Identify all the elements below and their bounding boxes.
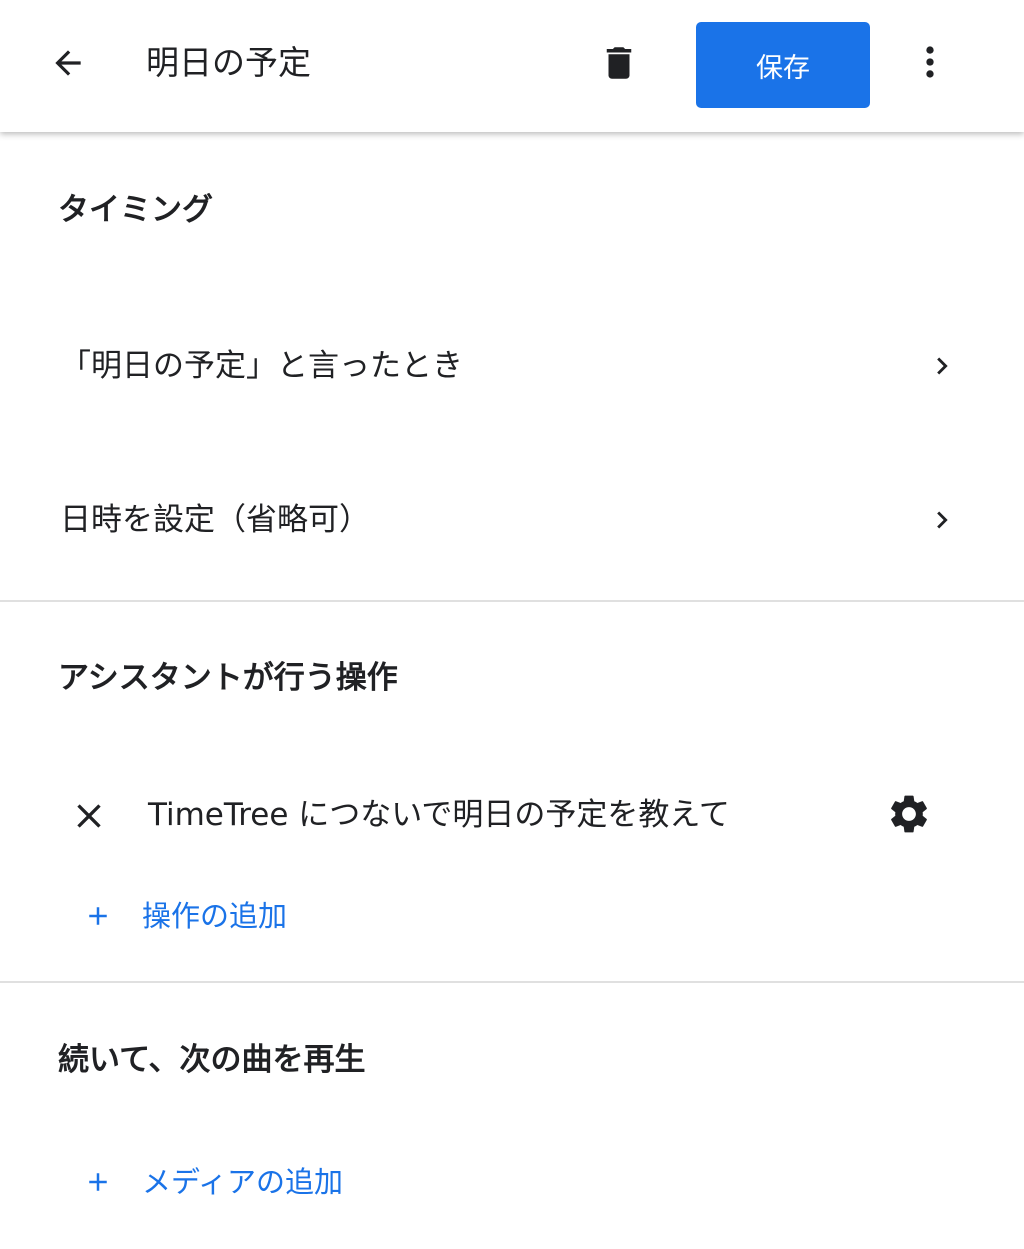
actions-heading: アシスタントが行う操作 [58,660,398,696]
app-bar: 明日の予定 保存 [0,0,1024,132]
trigger-phrase-row[interactable]: 「明日の予定」と言ったとき [0,326,1024,406]
add-action-label: 操作の追加 [142,899,288,933]
trash-icon [606,47,632,79]
section-divider [0,981,1024,983]
more-vert-icon [926,46,934,78]
datetime-row[interactable]: 日時を設定（省略可） [0,480,1024,560]
page-title: 明日の予定 [146,43,311,82]
arrow-back-icon [55,50,81,76]
close-icon [77,804,101,828]
plus-icon [80,1164,116,1200]
remove-action-button[interactable] [62,789,116,843]
plus-icon [80,898,116,934]
add-action-button[interactable]: 操作の追加 [80,888,287,944]
trigger-phrase-label: 「明日の予定」と言ったとき [60,348,463,384]
media-heading: 続いて、次の曲を再生 [58,1042,366,1078]
action-item: TimeTree につないで明日の予定を教えて [0,775,1024,855]
delete-button[interactable] [592,36,646,90]
gear-icon [891,795,927,833]
back-button[interactable] [40,33,96,93]
add-media-label: メディアの追加 [142,1165,343,1199]
action-text: TimeTree につないで明日の予定を教えて [148,797,730,833]
timing-heading: タイミング [58,192,213,228]
datetime-label: 日時を設定（省略可） [60,502,370,538]
chevron-right-icon [922,500,962,540]
chevron-right-icon [922,346,962,386]
more-options-button[interactable] [902,34,958,90]
section-divider [0,600,1024,602]
add-media-button[interactable]: メディアの追加 [80,1154,343,1210]
save-button[interactable]: 保存 [696,22,870,108]
action-settings-button[interactable] [882,787,936,841]
